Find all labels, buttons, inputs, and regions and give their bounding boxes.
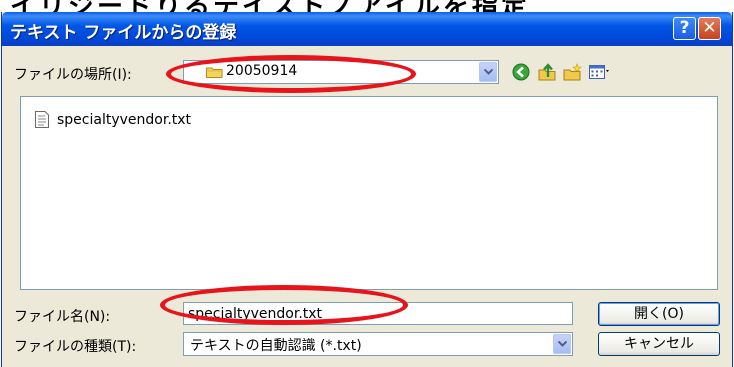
title-bar: テキスト ファイルからの登録 ? ✕ <box>2 12 732 46</box>
text-file-icon <box>35 111 49 128</box>
file-type-value: テキストの自動認識 (*.txt) <box>190 338 362 354</box>
look-in-value: 20050914 <box>226 63 298 79</box>
dialog-title: テキスト ファイルからの登録 <box>10 23 237 43</box>
back-icon[interactable] <box>511 62 533 82</box>
file-list[interactable]: specialtyvendor.txt <box>20 96 718 290</box>
up-folder-icon[interactable] <box>537 62 559 82</box>
screenshot-stage: イリジードりるテイストノアイルを指定 テキスト ファイルからの登録 ? ✕ ファ… <box>0 0 734 367</box>
cancel-button[interactable]: キャンセル <box>598 332 720 356</box>
open-button[interactable]: 開く(O) <box>598 302 720 326</box>
views-menu-icon[interactable] <box>588 62 610 82</box>
look-in-dropdown[interactable]: 20050914 <box>183 60 499 84</box>
file-name-label: ファイル名(N): <box>14 309 111 325</box>
help-button[interactable]: ? <box>673 17 696 40</box>
open-file-dialog: テキスト ファイルからの登録 ? ✕ ファイルの場所(I): 20050914 <box>1 12 733 367</box>
chevron-down-icon[interactable] <box>479 62 497 82</box>
file-type-dropdown[interactable]: テキストの自動認識 (*.txt) <box>183 332 573 356</box>
look-in-label: ファイルの場所(I): <box>14 67 132 83</box>
file-name-input[interactable] <box>183 302 573 325</box>
close-button[interactable]: ✕ <box>698 17 721 40</box>
new-folder-icon[interactable] <box>562 62 584 82</box>
file-type-label: ファイルの種類(T): <box>14 339 137 355</box>
file-name: specialtyvendor.txt <box>57 112 192 128</box>
folder-icon <box>206 67 223 78</box>
chevron-down-icon[interactable] <box>553 334 571 354</box>
